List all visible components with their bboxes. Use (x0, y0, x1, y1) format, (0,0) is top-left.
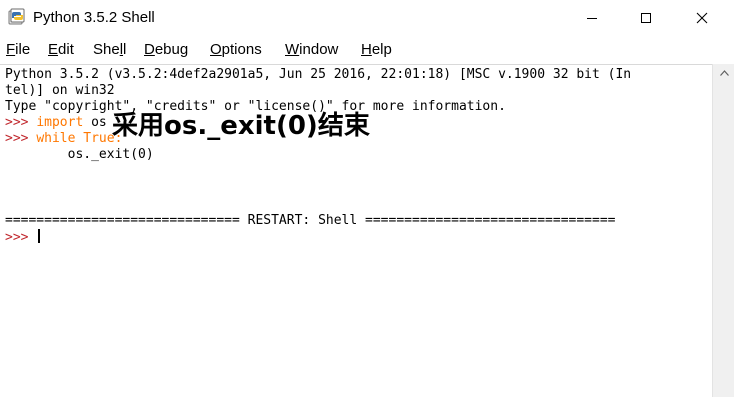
idle-shell-window: Python 3.5.2 Shell File Edit Shell Debug… (0, 0, 734, 397)
title-bar[interactable]: Python 3.5.2 Shell (0, 0, 734, 36)
shell-prompt: >>> (5, 131, 37, 146)
vertical-scrollbar[interactable] (712, 64, 734, 397)
python-idle-icon (8, 8, 25, 25)
minimize-button[interactable] (569, 0, 615, 36)
shell-prompt: >>> (5, 230, 37, 245)
keyword: import (36, 115, 84, 130)
menu-edit[interactable]: Edit (48, 40, 74, 60)
minimize-icon (587, 18, 597, 19)
input-line[interactable]: >>> (5, 229, 41, 246)
code-line-while: >>> while True: (5, 131, 123, 146)
banner-line: tel)] on win32 (5, 83, 115, 98)
banner-line: Python 3.5.2 (v3.5.2:4def2a2901a5, Jun 2… (5, 67, 632, 82)
restart-separator: ============================== RESTART: … (5, 213, 616, 228)
menu-shell[interactable]: Shell (93, 40, 126, 60)
scroll-up-button[interactable] (713, 64, 734, 82)
close-button[interactable] (679, 0, 725, 36)
menu-debug[interactable]: Debug (144, 40, 188, 60)
code-line-exit: os._exit(0) (5, 147, 154, 162)
maximize-icon (641, 13, 651, 23)
text-cursor (38, 229, 41, 243)
maximize-button[interactable] (623, 0, 669, 36)
code-line-import: >>> import os (5, 115, 107, 130)
close-icon (696, 12, 708, 24)
window-title: Python 3.5.2 Shell (33, 9, 155, 26)
menu-file[interactable]: File (6, 40, 30, 60)
shell-prompt: >>> (5, 115, 37, 130)
chevron-up-icon (719, 70, 729, 76)
keyword: while (36, 131, 76, 146)
menu-bar: File Edit Shell Debug Options Window Hel… (0, 38, 734, 62)
menu-options[interactable]: Options (210, 40, 262, 60)
keyword: True (83, 131, 115, 146)
menu-help[interactable]: Help (361, 40, 392, 60)
annotation-caption: 采用os._exit(0)结束 (112, 111, 370, 141)
menu-window[interactable]: Window (285, 40, 338, 60)
